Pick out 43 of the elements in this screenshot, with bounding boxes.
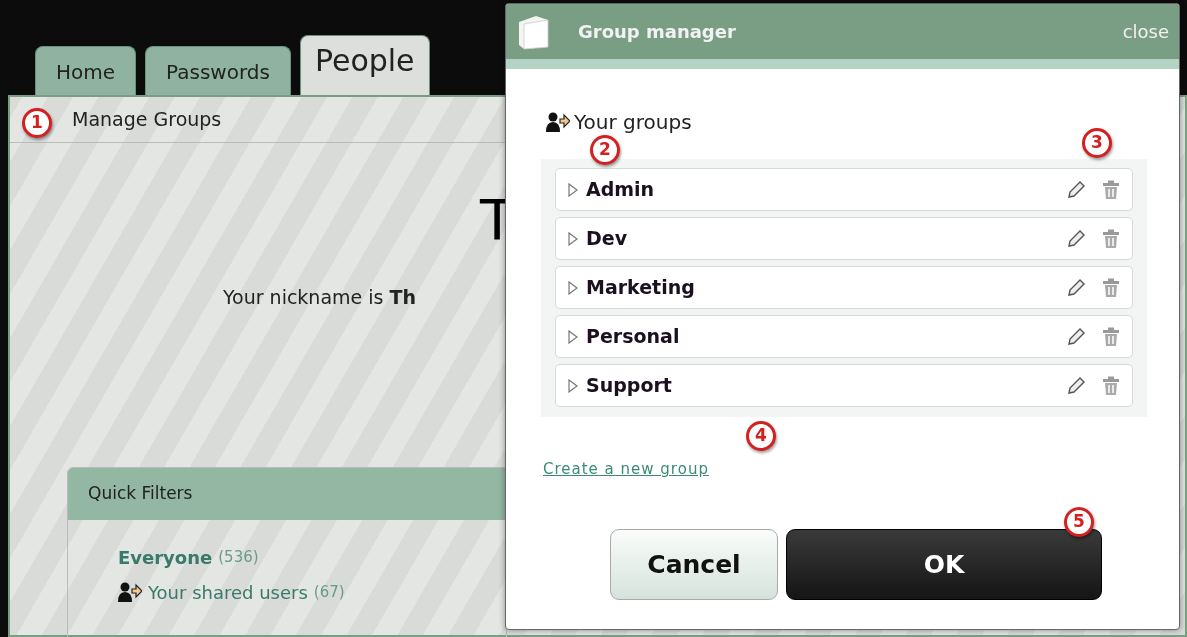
tab[interactable]: Passwords [145, 46, 291, 95]
edit-icon[interactable] [1066, 326, 1086, 347]
expand-icon[interactable] [568, 329, 578, 344]
group-row[interactable]: Marketing [555, 266, 1133, 309]
filter-count: (536) [218, 546, 259, 568]
section-heading: Your groups [574, 109, 692, 136]
filter-link[interactable]: Your shared users [148, 578, 308, 606]
group-row[interactable]: Support [555, 364, 1133, 407]
group-row[interactable]: Dev [555, 217, 1133, 260]
user-share-icon [546, 112, 570, 132]
delete-icon[interactable] [1102, 277, 1120, 298]
user-share-icon [118, 582, 142, 602]
expand-icon[interactable] [568, 231, 578, 246]
cancel-button[interactable]: Cancel [610, 529, 778, 600]
delete-icon[interactable] [1102, 228, 1120, 249]
dialog-title: Group manager [578, 20, 736, 44]
delete-icon[interactable] [1102, 375, 1120, 396]
delete-icon[interactable] [1102, 179, 1120, 200]
expand-icon[interactable] [568, 378, 578, 393]
expand-icon[interactable] [568, 280, 578, 295]
group-row[interactable]: Admin [555, 168, 1133, 211]
delete-icon[interactable] [1102, 326, 1120, 347]
tab[interactable]: People [299, 35, 430, 95]
group-name: Marketing [586, 275, 695, 301]
group-name: Admin [586, 177, 655, 203]
group-row[interactable]: Personal [555, 315, 1133, 358]
expand-icon[interactable] [568, 182, 578, 197]
edit-icon[interactable] [1066, 179, 1086, 200]
section-title: Manage Groups [72, 108, 222, 130]
edit-icon[interactable] [1066, 277, 1086, 298]
tab[interactable]: Home [35, 46, 137, 95]
ok-button[interactable]: OK [786, 529, 1102, 600]
filter-count: (67) [313, 581, 345, 603]
card-title: Quick Filters [88, 483, 193, 503]
group-name: Support [586, 373, 672, 399]
edit-icon[interactable] [1066, 375, 1086, 396]
nickname-text: Your nickname is Th [223, 285, 416, 310]
box-icon [516, 13, 550, 50]
filter-link[interactable]: Everyone [118, 543, 213, 571]
edit-icon[interactable] [1066, 228, 1086, 249]
group-name: Personal [586, 324, 680, 350]
create-group-link[interactable]: Create a new group [543, 460, 709, 478]
group-name: Dev [586, 226, 628, 252]
